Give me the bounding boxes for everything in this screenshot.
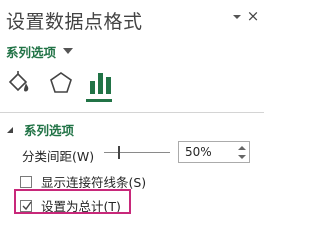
highlight-box <box>14 189 131 214</box>
slider-thumb[interactable] <box>118 146 120 159</box>
close-icon[interactable]: × <box>246 8 260 24</box>
gap-width-slider[interactable] <box>104 145 170 161</box>
bar-chart-icon[interactable] <box>88 70 114 96</box>
gap-width-spinner[interactable]: 50% <box>178 141 250 163</box>
series-options-dropdown[interactable]: 系列选项 <box>6 42 74 61</box>
spin-down-icon[interactable] <box>238 154 246 160</box>
series-options-dropdown-label: 系列选项 <box>6 45 57 60</box>
divider <box>0 112 264 113</box>
pentagon-icon[interactable] <box>48 70 74 96</box>
caret-down-icon <box>63 48 74 54</box>
gap-width-value[interactable]: 50% <box>185 145 235 159</box>
expand-triangle-icon <box>7 126 13 133</box>
pane-title: 设置数据点格式 <box>6 11 143 33</box>
series-options-section-header[interactable]: 系列选项 <box>6 120 74 139</box>
gap-width-label: 分类间距(W) <box>22 149 95 164</box>
selected-tab-indicator <box>86 99 112 102</box>
section-label: 系列选项 <box>24 123 75 138</box>
chevron-down-icon[interactable] <box>232 12 242 22</box>
format-data-point-pane: 设置数据点格式 × 系列选项 系列选项 分类间距(W) 50% 显示连接符线条(… <box>0 0 264 239</box>
slider-track <box>104 152 170 153</box>
show-connector-lines-checkbox[interactable] <box>20 175 32 188</box>
spin-up-icon[interactable] <box>238 145 246 151</box>
paint-bucket-icon[interactable] <box>6 70 32 96</box>
